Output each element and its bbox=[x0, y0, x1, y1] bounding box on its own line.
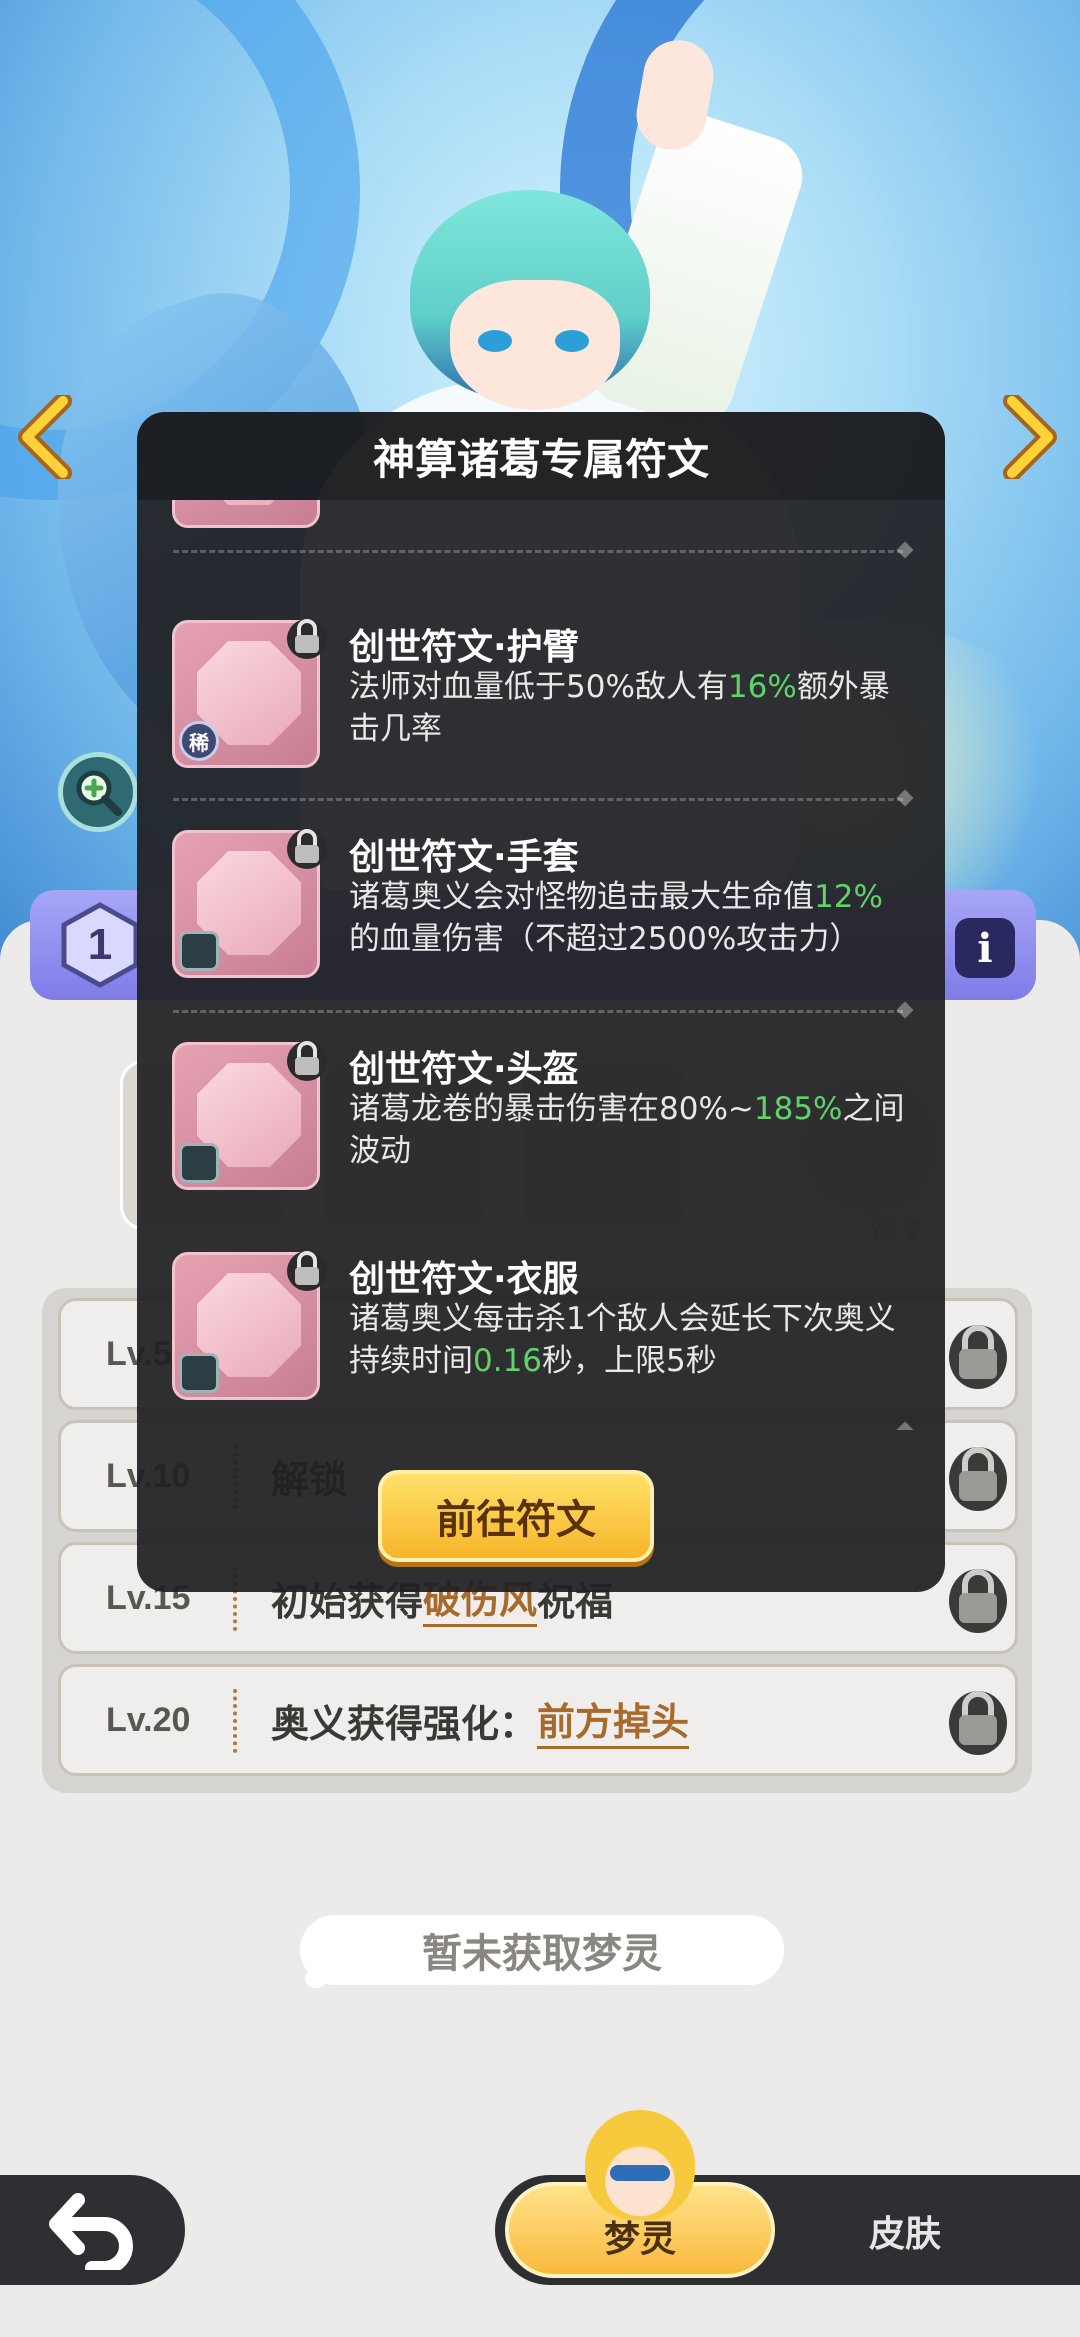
lock-icon bbox=[283, 1241, 331, 1297]
rune-icon[interactable] bbox=[172, 1041, 327, 1190]
rune-icon[interactable] bbox=[172, 1251, 327, 1400]
rune-name: 创世符文·护臂 bbox=[349, 627, 579, 668]
hero-face-badge-icon bbox=[179, 1143, 219, 1183]
rune-description: 诸葛龙卷的暴击伤害在80%~185%之间波动 bbox=[349, 1091, 905, 1169]
hero-face-badge-icon bbox=[179, 1353, 219, 1393]
lock-icon bbox=[283, 1031, 331, 1087]
go-to-runes-button[interactable]: 前往符文 bbox=[378, 1470, 654, 1562]
rune-description: 诸葛奥义每击杀1个敌人会延长下次奥义持续时间0.16秒，上限5秒 bbox=[349, 1301, 896, 1379]
hero-face-badge-icon bbox=[179, 931, 219, 971]
divider bbox=[173, 798, 903, 801]
rune-name: 创世符文·衣服 bbox=[349, 1259, 579, 1300]
rune-description: 诸葛奥义会对怪物追击最大生命值12%的血量伤害（不超过2500%攻击力） bbox=[349, 879, 883, 957]
rune-icon bbox=[172, 500, 320, 528]
divider bbox=[173, 550, 903, 553]
rune-icon[interactable]: 稀 bbox=[172, 619, 327, 768]
divider bbox=[173, 1010, 903, 1013]
rarity-badge: 稀 bbox=[179, 721, 219, 761]
rune-list[interactable]: 稀 创世符文·护臂 法师对血量低于50%敌人有16%额外暴击几率 创世符文·手套… bbox=[137, 500, 945, 1430]
lock-icon bbox=[283, 609, 331, 665]
rune-description: 法师对血量低于50%敌人有16%额外暴击几率 bbox=[349, 669, 890, 747]
rune-modal: 神算诸葛专属符文 稀 创世符文·护臂 法师对血量低于50%敌人有16%额外暴击几… bbox=[137, 412, 945, 1592]
lock-icon bbox=[283, 819, 331, 875]
rune-icon[interactable] bbox=[172, 829, 327, 978]
rune-name: 创世符文·手套 bbox=[349, 837, 579, 878]
rune-gem bbox=[197, 500, 301, 505]
modal-title: 神算诸葛专属符文 bbox=[137, 412, 945, 500]
rune-name: 创世符文·头盔 bbox=[349, 1049, 579, 1090]
